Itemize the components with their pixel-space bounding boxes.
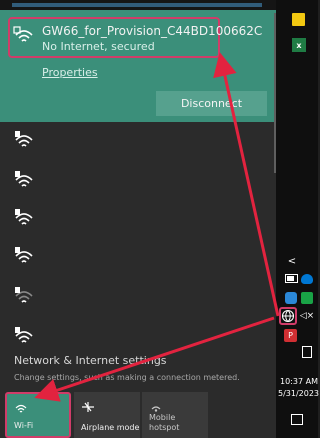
network-row[interactable] <box>0 240 276 272</box>
airplane-icon <box>81 400 95 414</box>
red-app-icon[interactable]: P <box>284 329 297 342</box>
taskbar <box>276 0 318 438</box>
onedrive-icon[interactable] <box>301 274 313 284</box>
clock-time[interactable]: 10:37 AM <box>280 377 318 386</box>
pinned-app-icon[interactable] <box>292 13 305 26</box>
secured-wifi-icon <box>12 244 36 268</box>
wifi-icon <box>12 25 36 49</box>
secured-wifi-icon <box>12 324 36 348</box>
airplane-mode-label: Airplane mode <box>81 423 140 432</box>
network-row[interactable] <box>0 280 276 312</box>
network-globe-icon[interactable] <box>279 307 297 325</box>
network-status: No Internet, secured <box>42 40 155 53</box>
chat-icon[interactable] <box>285 292 297 304</box>
network-settings-description: Change settings, such as making a connec… <box>14 373 240 382</box>
network-row[interactable] <box>0 164 276 196</box>
mobile-hotspot-label: Mobile hotspot <box>149 413 180 432</box>
wifi-icon <box>14 402 28 416</box>
clock-date[interactable]: 5/31/2023 <box>278 389 319 398</box>
network-settings-title[interactable]: Network & Internet settings <box>14 354 167 367</box>
mobile-hotspot-quick-action[interactable]: Mobile hotspot <box>142 392 208 438</box>
properties-link[interactable]: Properties <box>42 66 98 79</box>
top-accent-strip <box>12 3 262 7</box>
network-row[interactable] <box>0 124 276 156</box>
action-center-icon[interactable] <box>291 414 303 425</box>
excel-icon[interactable]: x <box>292 38 306 52</box>
disconnect-button[interactable]: Disconnect <box>156 91 267 116</box>
weak-wifi-icon <box>12 284 36 308</box>
wifi-network-flyout: GW66_for_Provision_C44BD100662C No Inter… <box>0 0 276 438</box>
chevron-left-icon[interactable]: < <box>286 255 298 267</box>
wifi-quick-action-label: Wi-Fi <box>14 421 34 430</box>
secured-wifi-icon <box>12 206 36 230</box>
airplane-mode-quick-action[interactable]: Airplane mode <box>74 392 140 438</box>
secured-wifi-icon <box>12 168 36 192</box>
wifi-quick-action[interactable]: Wi-Fi <box>5 392 71 438</box>
battery-icon[interactable] <box>285 274 298 283</box>
volume-muted-icon[interactable]: ◁× <box>300 310 314 322</box>
hotspot-icon <box>149 400 163 414</box>
network-row[interactable] <box>0 202 276 234</box>
screenshot-root: GW66_for_Provision_C44BD100662C No Inter… <box>0 0 319 438</box>
notification-app-icon[interactable] <box>302 346 312 358</box>
green-app-icon[interactable] <box>301 292 313 304</box>
network-name: GW66_for_Provision_C44BD100662C <box>42 24 263 38</box>
network-row[interactable] <box>0 320 276 352</box>
secured-wifi-icon <box>12 128 36 152</box>
